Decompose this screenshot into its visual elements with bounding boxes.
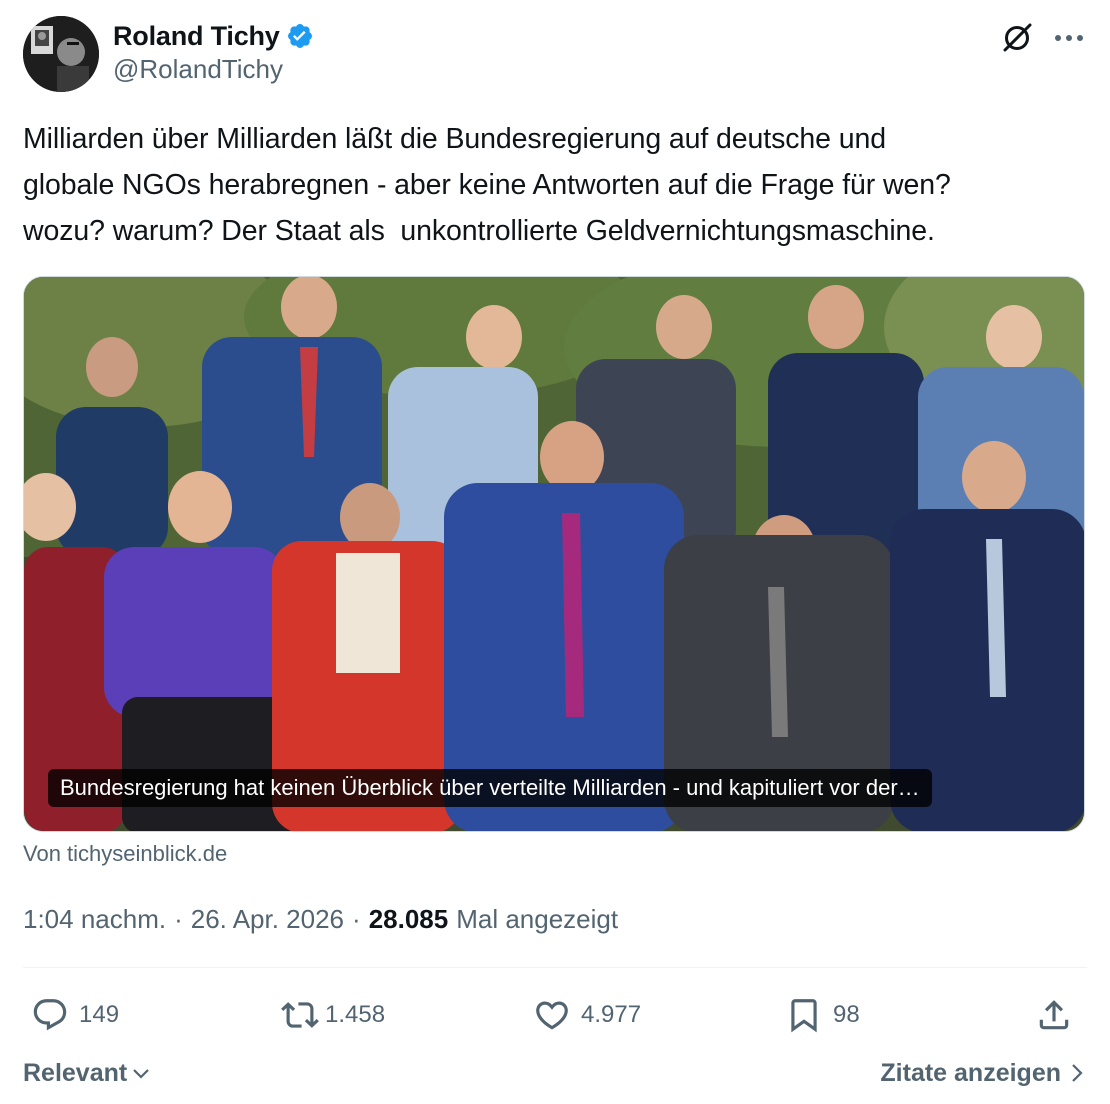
reply-icon: [33, 999, 67, 1031]
bookmark-count: 98: [833, 1001, 860, 1028]
reply-count: 149: [79, 1001, 120, 1028]
tweet-text: Milliarden über Milliarden läßt die Bund…: [23, 123, 951, 247]
author-block: Roland Tichy @RolandTichy: [113, 18, 314, 85]
divider: [23, 967, 1087, 968]
bookmark-icon: [791, 999, 817, 1033]
replies-footer: Relevant Zitate anzeigen: [23, 1052, 1087, 1094]
link-card[interactable]: Bundesregierung hat keinen Überblick übe…: [23, 276, 1085, 832]
verified-badge-icon[interactable]: [286, 22, 314, 50]
tweet-time[interactable]: 1:04 nachm.: [23, 904, 166, 935]
like-count: 4.977: [581, 1001, 642, 1028]
views-label: Mal angezeigt: [456, 903, 619, 934]
share-icon: [1039, 1000, 1069, 1030]
author-handle[interactable]: @RolandTichy: [113, 54, 314, 85]
like-icon: [536, 1001, 568, 1030]
retweet-count: 1.458: [325, 1001, 386, 1028]
action-bar: 149 1.458 4.977 98: [23, 990, 1087, 1040]
tweet-date[interactable]: 26. Apr. 2026: [191, 904, 344, 935]
bookmark-button[interactable]: 98: [785, 990, 860, 1040]
tweet-header: Roland Tichy @RolandTichy: [23, 16, 1087, 96]
avatar[interactable]: [23, 16, 99, 92]
sort-dropdown[interactable]: Relevant: [23, 1052, 151, 1094]
chevron-right-icon: [1072, 1064, 1083, 1082]
retweet-button[interactable]: 1.458: [281, 990, 385, 1040]
card-source[interactable]: Von tichyseinblick.de: [23, 841, 227, 867]
grok-icon[interactable]: [999, 20, 1035, 56]
tweet-meta: 1:04 nachm. · 26. Apr. 2026 · 28.085 Mal…: [23, 900, 618, 938]
sort-label: Relevant: [23, 1058, 128, 1087]
quotes-label: Zitate anzeigen: [880, 1058, 1061, 1087]
author-name[interactable]: Roland Tichy: [113, 21, 280, 52]
like-button[interactable]: 4.977: [533, 990, 641, 1040]
reply-button[interactable]: 149: [31, 990, 119, 1040]
more-icon[interactable]: [1051, 20, 1087, 56]
chevron-down-icon: [133, 1069, 149, 1079]
separator: ·: [352, 903, 361, 934]
separator: ·: [174, 903, 183, 934]
views-count: 28.085: [368, 903, 449, 934]
retweet-icon: [281, 1002, 319, 1028]
view-quotes-link[interactable]: Zitate anzeigen: [880, 1052, 1087, 1094]
share-button[interactable]: [1035, 990, 1073, 1040]
card-image: [24, 277, 1084, 831]
card-caption: Bundesregierung hat keinen Überblick übe…: [48, 769, 932, 807]
